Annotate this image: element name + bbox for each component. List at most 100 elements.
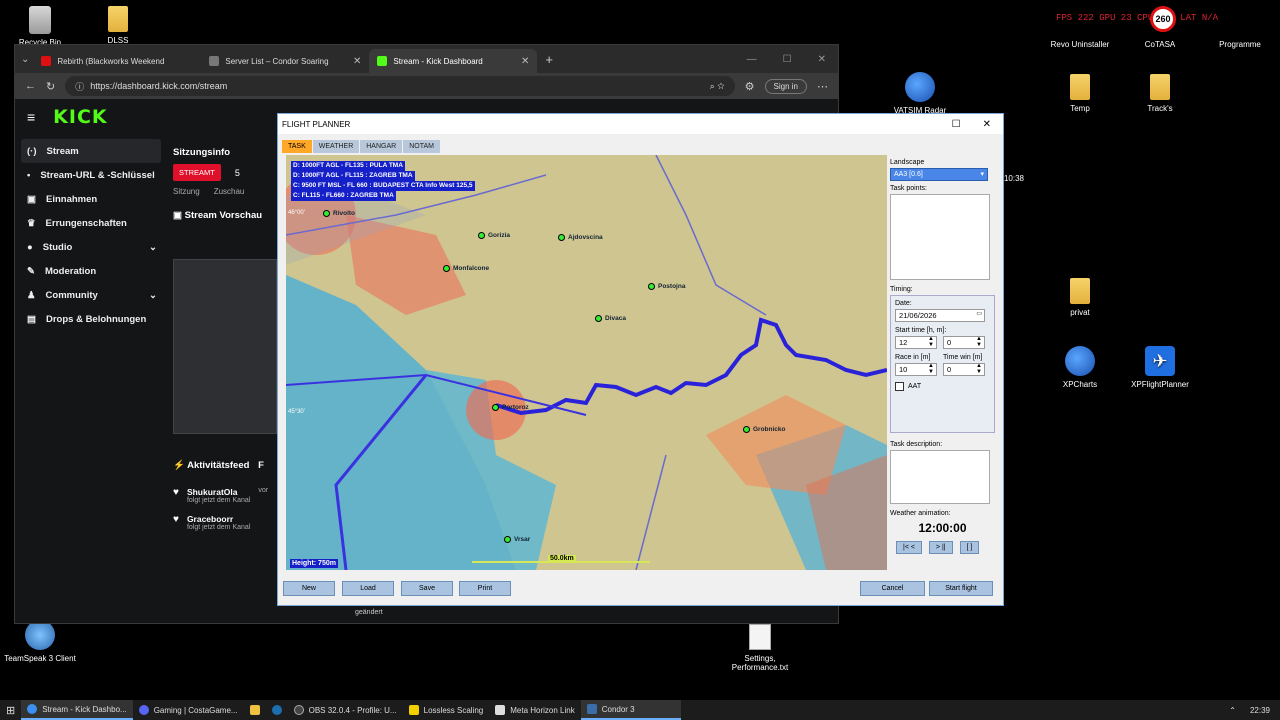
desktop-icon-xpcharts[interactable]: XPCharts — [1042, 346, 1118, 389]
taskbar-item-meta[interactable]: Meta Horizon Link — [489, 700, 580, 720]
taskbar-clock[interactable]: ⌃ 22:39 — [1229, 706, 1280, 715]
taskbar-item-steam[interactable] — [266, 700, 288, 720]
play-pause-button[interactable]: > || — [928, 541, 953, 554]
start-minute-stepper[interactable]: 0 ▲ ▼ — [943, 336, 985, 349]
nav-community[interactable]: ♟ Community ⌄ — [21, 283, 161, 307]
tab-weather[interactable]: WEATHER — [312, 140, 361, 153]
timewin-stepper[interactable]: 0 ▲ ▼ — [943, 363, 985, 376]
follower-name[interactable]: ShukuratOla — [187, 487, 250, 497]
turnpoint[interactable]: Ajdovscina — [558, 234, 603, 241]
date-field[interactable]: 21/06/2026 ▭ — [895, 309, 985, 322]
menu-icon[interactable]: ≡ — [27, 109, 35, 125]
turnpoint[interactable]: Grobnicko — [743, 426, 786, 433]
tab-condor[interactable]: Server List – Condor Soaring ✕ — [201, 49, 369, 73]
nav-stream[interactable]: (·) Stream — [21, 139, 161, 163]
nav-studio[interactable]: ● Studio ⌄ — [21, 235, 161, 259]
sign-in-button[interactable]: Sign in — [764, 78, 807, 94]
maximize-icon[interactable]: ☐ — [783, 54, 792, 65]
start-flight-button[interactable]: Start flight — [929, 581, 993, 596]
desktop-icon-temp[interactable]: Temp — [1042, 74, 1118, 113]
landscape-label: Landscape — [890, 159, 925, 166]
stream-preview[interactable] — [173, 259, 277, 434]
start-icon[interactable]: ⊞ — [0, 700, 21, 720]
cancel-button[interactable]: Cancel — [860, 581, 925, 596]
taskbar-item-explorer[interactable] — [244, 700, 266, 720]
taskbar-item-obs[interactable]: OBS 32.0.4 - Profile: U... — [288, 700, 403, 720]
tab-hangar[interactable]: HANGAR — [360, 140, 404, 153]
close-tab-icon[interactable]: ✕ — [353, 56, 361, 67]
nav-moderation[interactable]: ✎ Moderation — [21, 259, 161, 283]
start-hour-stepper[interactable]: 12 ▲ ▼ — [895, 336, 937, 349]
taskbar-item-kick[interactable]: Stream - Kick Dashbo... — [21, 700, 133, 720]
turnpoint[interactable]: Rivolto — [323, 210, 355, 217]
close-icon[interactable]: ✕ — [818, 54, 826, 65]
refresh-icon[interactable]: ↻ — [46, 80, 55, 93]
tab-task[interactable]: TASK — [282, 140, 313, 153]
desktop-icon-revo[interactable]: Revo Uninstaller — [1042, 20, 1118, 49]
weather-animation-label: Weather animation: — [890, 510, 951, 517]
desktop-icon-settings-txt[interactable]: Settings, Performance.txt — [722, 624, 798, 672]
taskbar-item-lossless[interactable]: Lossless Scaling — [403, 700, 490, 720]
feed-tab[interactable]: F — [258, 460, 264, 471]
extensions-icon[interactable]: ⚙ — [745, 80, 755, 93]
zoom-icon[interactable]: ⌕ ☆ — [710, 81, 725, 92]
close-icon[interactable]: ✕ — [983, 119, 991, 130]
desktop-icon-tracks[interactable]: Track's — [1122, 74, 1198, 113]
turnpoint[interactable]: Monfalcone — [443, 265, 489, 272]
race-stepper[interactable]: 10 ▲ ▼ — [895, 363, 937, 376]
new-tab-icon[interactable]: + — [545, 52, 553, 67]
task-points-list[interactable] — [890, 194, 990, 280]
spinner-icon[interactable]: ▲ ▼ — [928, 336, 934, 348]
desktop-icon-xpflightplanner[interactable]: ✈ XPFlightPlanner — [1122, 346, 1198, 389]
desktop-icon-cotasa[interactable]: CoTASA — [1122, 20, 1198, 49]
save-button[interactable]: Save — [401, 581, 453, 596]
tab-list-chevron-icon[interactable]: ⌄ — [21, 54, 29, 65]
taskbar-item-discord[interactable]: Gaming | CostaGame... — [133, 700, 244, 720]
nav-einnahmen[interactable]: ▣ Einnahmen — [21, 187, 161, 211]
desktop-icon-vatsim[interactable]: VATSIM Radar — [882, 72, 958, 115]
stop-button[interactable]: [ ] — [959, 541, 980, 554]
load-button[interactable]: Load — [342, 581, 394, 596]
preview-icon: ▣ — [173, 210, 185, 221]
print-button[interactable]: Print — [459, 581, 511, 596]
desktop-icon-teamspeak[interactable]: TeamSpeak 3 Client — [2, 620, 78, 663]
more-icon[interactable]: ⋯ — [817, 80, 828, 93]
follower-name[interactable]: Graceboorr — [187, 514, 250, 524]
back-icon[interactable]: ← — [25, 80, 36, 92]
kick-logo[interactable]: KICK — [53, 106, 107, 128]
teamspeak-icon — [25, 620, 55, 650]
turnpoint[interactable]: Postojna — [648, 283, 685, 290]
desktop-icon-programme[interactable]: Programme — [1202, 20, 1278, 49]
new-button[interactable]: New — [283, 581, 335, 596]
spinner-icon[interactable]: ▲ ▼ — [928, 363, 934, 375]
landscape-select[interactable]: AA3 [0.6] — [890, 168, 988, 181]
tab-youtube[interactable]: Rebirth (Blackworks Weekend — [33, 49, 201, 73]
rewind-button[interactable]: |< < — [896, 541, 922, 554]
desktop-icon-recycle-bin[interactable]: Recycle Bin — [2, 6, 78, 47]
turnpoint[interactable]: Portoroz — [492, 404, 529, 411]
task-description-field[interactable] — [890, 450, 990, 504]
turnpoint[interactable]: Vrsar — [504, 536, 530, 543]
tab-kick[interactable]: Stream - Kick Dashboard ✕ — [369, 49, 538, 73]
turnpoint[interactable]: Divaca — [595, 315, 626, 322]
task-map[interactable]: D: 1000FT AGL - FL135 : PULA TMA D: 1000… — [286, 155, 887, 570]
desktop-icon-dlss[interactable]: DLSS — [80, 6, 156, 45]
maximize-icon[interactable]: ☐ — [952, 119, 961, 130]
desktop-icon-privat[interactable]: privat — [1042, 278, 1118, 317]
spinner-icon[interactable]: ▲ ▼ — [976, 336, 982, 348]
aat-checkbox[interactable] — [895, 382, 904, 391]
nav-drops[interactable]: ▤ Drops & Belohnungen — [21, 307, 161, 331]
url-input[interactable]: ⓘ https://dashboard.kick.com/stream ⌕ ☆ — [65, 76, 735, 96]
taskbar-item-condor[interactable]: Condor 3 — [580, 700, 681, 720]
close-tab-icon[interactable]: ✕ — [521, 56, 529, 67]
turnpoint[interactable]: Gorizia — [478, 232, 510, 239]
nav-stream-url[interactable]: • Stream-URL & -Schlüssel — [21, 163, 161, 187]
bolt-icon: ⚡ — [173, 460, 188, 471]
nav-errungenschaften[interactable]: ♛ Errungenschaften — [21, 211, 161, 235]
tab-notam[interactable]: NOTAM — [403, 140, 441, 153]
spinner-icon[interactable]: ▲ ▼ — [976, 363, 982, 375]
chevron-up-icon[interactable]: ⌃ — [1229, 706, 1236, 715]
activity-feed: ⚡ Aktivitätsfeed F ♥ ShukuratOla folgt je… — [173, 454, 291, 531]
calendar-icon[interactable]: ▭ — [976, 311, 982, 317]
minimize-icon[interactable]: — — [747, 54, 757, 65]
